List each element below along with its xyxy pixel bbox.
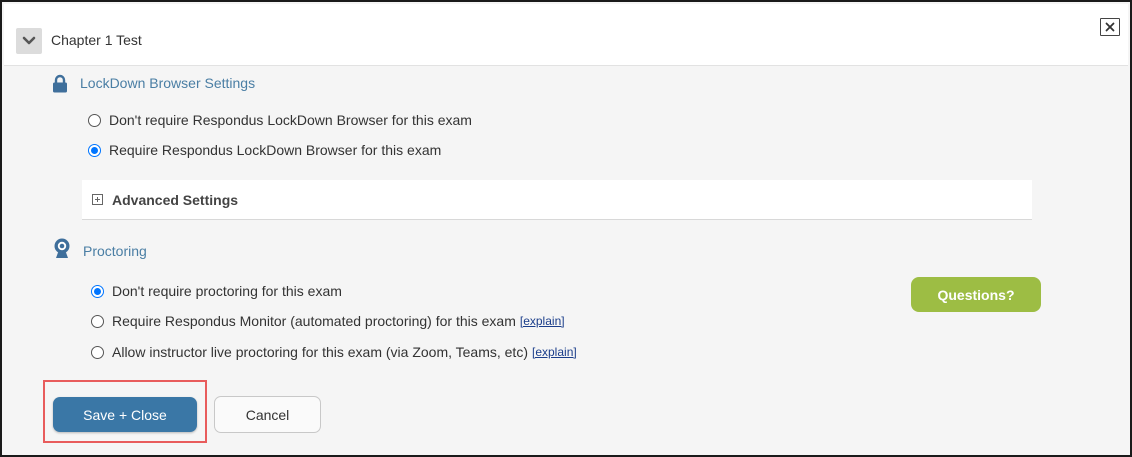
- explain-link[interactable]: [explain]: [532, 345, 577, 359]
- lock-icon: [53, 74, 67, 93]
- exam-title: Chapter 1 Test: [51, 32, 142, 48]
- radio-no-lockdown[interactable]: Don't require Respondus LockDown Browser…: [88, 112, 472, 128]
- radio-button[interactable]: [91, 345, 104, 359]
- radio-label: Don't require Respondus LockDown Browser…: [109, 112, 472, 128]
- chevron-down-icon: [22, 36, 36, 45]
- advanced-settings-label: Advanced Settings: [112, 191, 239, 208]
- save-close-button[interactable]: Save + Close: [53, 397, 197, 432]
- radio-respondus-monitor[interactable]: Require Respondus Monitor (automated pro…: [91, 313, 565, 329]
- settings-panel: Chapter 1 Test LockDown Browser Settings…: [0, 0, 1132, 457]
- radio-button[interactable]: [91, 314, 104, 328]
- webcam-icon: [54, 238, 70, 258]
- radio-label: Allow instructor live proctoring for thi…: [112, 344, 528, 360]
- explain-link[interactable]: [explain]: [520, 314, 565, 328]
- questions-button[interactable]: Questions?: [911, 277, 1041, 312]
- radio-button[interactable]: [88, 113, 101, 127]
- panel-header: Chapter 1 Test: [4, 4, 1128, 66]
- radio-button-selected[interactable]: [91, 284, 104, 298]
- radio-require-lockdown[interactable]: Require Respondus LockDown Browser for t…: [88, 142, 441, 158]
- advanced-settings-toggle[interactable]: Advanced Settings: [82, 180, 1032, 220]
- radio-button-selected[interactable]: [88, 143, 101, 157]
- cancel-button[interactable]: Cancel: [214, 396, 321, 433]
- lockdown-section-title: LockDown Browser Settings: [80, 75, 256, 91]
- close-button[interactable]: [1100, 18, 1120, 36]
- expand-plus-icon: [92, 194, 103, 205]
- radio-label: Require Respondus Monitor (automated pro…: [112, 313, 516, 329]
- close-icon: [1105, 22, 1115, 32]
- radio-no-proctoring[interactable]: Don't require proctoring for this exam: [91, 283, 342, 299]
- proctoring-section-title: Proctoring: [83, 243, 147, 259]
- radio-label: Require Respondus LockDown Browser for t…: [109, 142, 442, 158]
- collapse-toggle-button[interactable]: [16, 28, 42, 54]
- radio-live-proctoring[interactable]: Allow instructor live proctoring for thi…: [91, 344, 577, 360]
- radio-label: Don't require proctoring for this exam: [112, 283, 342, 299]
